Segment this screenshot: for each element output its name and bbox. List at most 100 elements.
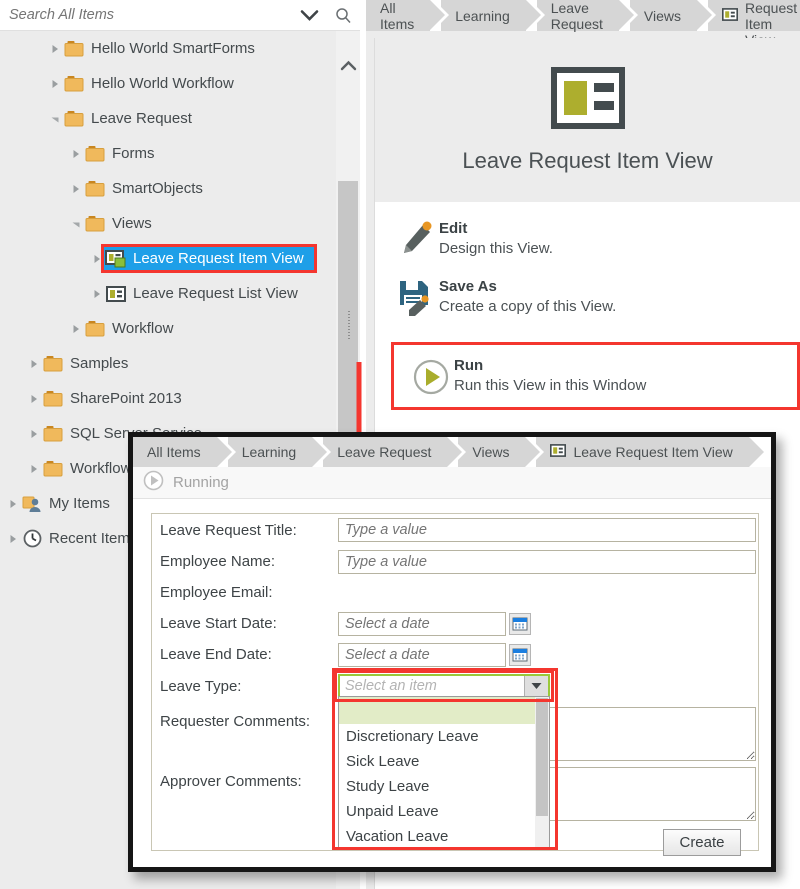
form-row-end-date: Leave End Date:	[152, 639, 758, 670]
label-leave-request-title: Leave Request Title:	[160, 521, 297, 539]
view-hero: Leave Request Item View	[374, 38, 800, 202]
item-view-icon	[550, 66, 625, 134]
scroll-up-icon[interactable]	[336, 53, 360, 77]
tree-item-forms[interactable]: Forms	[0, 136, 336, 171]
dropdown-option[interactable]	[339, 697, 536, 724]
expander-icon[interactable]	[69, 206, 83, 241]
tree-item-leave-request-list-view[interactable]: Leave Request List View	[0, 276, 336, 311]
dropdown-option[interactable]: Vacation Leave	[339, 824, 536, 847]
tree-item-sharepoint-2013[interactable]: SharePoint 2013	[0, 381, 336, 416]
expander-icon[interactable]	[27, 381, 41, 416]
expander-icon[interactable]	[48, 31, 62, 66]
folder-icon	[41, 381, 65, 416]
tree-item-label: Samples	[70, 355, 129, 372]
save-as-action-title: Save As	[439, 278, 497, 295]
run-icon	[408, 356, 454, 396]
breadcrumb-item[interactable]: Leave Request	[536, 0, 639, 32]
expander-icon[interactable]	[69, 136, 83, 171]
expander-icon[interactable]	[90, 276, 104, 311]
dropdown-option[interactable]: Discretionary Leave	[339, 724, 536, 749]
tree-item-workflow[interactable]: Workflow	[0, 311, 336, 346]
label-employee-email: Employee Email:	[160, 584, 273, 601]
breadcrumb-label: All Items	[380, 0, 415, 32]
folder-icon	[83, 206, 107, 241]
item-view-icon	[721, 7, 738, 24]
leave-start-date-input[interactable]	[338, 611, 506, 636]
calendar-icon[interactable]	[509, 612, 531, 635]
dialog-breadcrumb[interactable]: All Items Learning Leave Request Views Leave…	[133, 437, 771, 467]
tree-item-hello-world-workflow[interactable]: Hello World Workflow	[0, 66, 336, 101]
breadcrumb-label: Learning	[455, 7, 510, 24]
run-view-dialog: All Items Learning Leave Request Views Leave…	[128, 432, 776, 872]
folder-icon	[83, 311, 107, 346]
save-as-action[interactable]: Save As Create a copy of this View.	[375, 268, 800, 326]
expander-icon[interactable]	[69, 171, 83, 206]
tree-item-label: SharePoint 2013	[70, 390, 182, 407]
leave-request-title-input[interactable]	[338, 518, 756, 542]
leave-type-dropdown[interactable]: Discretionary Leave Sick Leave Study Leave…	[338, 696, 550, 848]
expander-icon[interactable]	[27, 451, 41, 486]
expander-icon[interactable]	[69, 311, 83, 346]
search-input[interactable]	[0, 6, 292, 24]
tree-item-hello-world-smartforms[interactable]: Hello World SmartForms	[0, 31, 336, 66]
search-bar	[0, 0, 360, 31]
chevron-down-icon[interactable]	[524, 676, 548, 696]
tree-item-selected[interactable]: Leave Request Item View	[101, 244, 317, 273]
breadcrumb-item[interactable]: All Items	[133, 437, 236, 467]
expander-icon[interactable]	[27, 416, 41, 451]
search-icon[interactable]	[326, 0, 360, 31]
tree-item-label: Workflow	[112, 320, 174, 337]
tree-item-label: My Items	[49, 495, 110, 512]
folder-icon	[62, 66, 86, 101]
leave-end-date-input[interactable]	[338, 642, 506, 667]
edit-action[interactable]: Edit Design this View.	[375, 210, 800, 268]
breadcrumb[interactable]: All Items Learning Leave Request Views Leave…	[366, 0, 800, 48]
status-text: Running	[173, 474, 229, 491]
tree-item-label: Leave Request List View	[133, 285, 298, 302]
tree-item-samples[interactable]: Samples	[0, 346, 336, 381]
dropdown-options[interactable]: Discretionary Leave Sick Leave Study Leave…	[339, 697, 536, 847]
dropdown-option[interactable]: Unpaid Leave	[339, 799, 536, 824]
breadcrumb-item[interactable]: Leave Request Item View	[536, 437, 769, 467]
expander-icon[interactable]	[48, 101, 62, 136]
label-leave-end-date: Leave End Date:	[160, 646, 272, 663]
tree-item-smartobjects[interactable]: SmartObjects	[0, 171, 336, 206]
dropdown-option[interactable]: Sick Leave	[339, 749, 536, 774]
breadcrumb-item[interactable]: Views	[458, 437, 545, 467]
form-row-start-date: Leave Start Date:	[152, 608, 758, 639]
folder-icon	[62, 31, 86, 66]
expander-icon[interactable]	[27, 346, 41, 381]
breadcrumb-item[interactable]: Learning	[441, 0, 545, 31]
tree-item-label: SmartObjects	[112, 180, 203, 197]
tree-item-label: Hello World SmartForms	[91, 40, 255, 57]
tree-item-label: Forms	[112, 145, 155, 162]
create-button[interactable]: Create	[663, 828, 741, 856]
leave-type-combobox[interactable]: Select an item	[338, 674, 550, 698]
folder-icon	[41, 346, 65, 381]
leave-type-value: Select an item	[345, 678, 437, 694]
dropdown-scrollbar[interactable]	[535, 697, 549, 847]
breadcrumb-item[interactable]: Learning	[227, 437, 331, 467]
breadcrumb-item[interactable]: Views	[629, 0, 717, 31]
run-icon	[143, 470, 164, 496]
form-row-title: Leave Request Title:	[152, 514, 758, 546]
expander-icon[interactable]	[48, 66, 62, 101]
tree-item-leave-request[interactable]: Leave Request	[0, 101, 336, 136]
run-action[interactable]: Run Run this View in this Window	[391, 342, 800, 410]
tree-item-views[interactable]: Views	[0, 206, 336, 241]
scrollbar-thumb[interactable]	[536, 698, 548, 816]
label-requester-comments: Requester Comments:	[160, 713, 311, 730]
breadcrumb-item[interactable]: All Items	[366, 0, 450, 32]
tree-item-leave-request-item-view[interactable]: Leave Request Item View	[0, 241, 336, 276]
expander-icon[interactable]	[6, 521, 20, 556]
dropdown-option[interactable]: Study Leave	[339, 774, 536, 799]
expander-icon[interactable]	[6, 486, 20, 521]
breadcrumb-item[interactable]: Leave Request Item View	[707, 0, 800, 48]
form-row-leave-type: Leave Type: Select an item Discretionary…	[152, 668, 758, 850]
breadcrumb-item[interactable]: Leave Request	[323, 437, 467, 467]
label-employee-name: Employee Name:	[160, 553, 276, 570]
my-items-icon	[20, 486, 44, 521]
employee-name-input[interactable]	[338, 549, 756, 574]
calendar-icon[interactable]	[509, 643, 531, 666]
chevron-down-icon[interactable]	[292, 0, 326, 31]
